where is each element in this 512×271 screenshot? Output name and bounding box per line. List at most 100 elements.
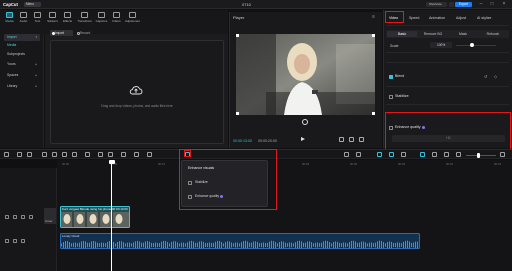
tool-transitions[interactable]: Transitions [77, 12, 92, 23]
rotate-icon[interactable] [302, 119, 308, 125]
zoom-out-icon[interactable] [456, 152, 461, 157]
radio-icon [76, 31, 80, 35]
zoom-slider[interactable] [466, 155, 496, 156]
eye-icon[interactable] [13, 239, 17, 243]
crop-icon[interactable] [121, 152, 126, 157]
ruler-tick: 00:35 [398, 162, 405, 166]
eye-icon[interactable] [13, 215, 17, 219]
tab-ai-stylize[interactable]: AI stylize [477, 16, 491, 20]
undo-icon[interactable] [17, 152, 22, 157]
ratio-icon[interactable] [349, 137, 354, 142]
crop-handle[interactable] [236, 112, 239, 115]
scale-slider-handle[interactable] [470, 43, 474, 47]
tool-media[interactable]: Media [2, 12, 17, 23]
stabilize-checkbox[interactable] [389, 95, 393, 99]
zoom-fit-icon[interactable] [500, 152, 505, 157]
split-right-icon[interactable] [62, 152, 67, 157]
tool-captions[interactable]: Captions [94, 12, 109, 23]
sidebar-item-yours[interactable]: Yours ▸ [4, 61, 40, 68]
captions-track-icon[interactable] [420, 152, 425, 157]
video-preview[interactable] [236, 34, 375, 115]
crop-handle[interactable] [236, 34, 239, 37]
auto-reframe-icon[interactable] [147, 152, 152, 157]
sidebar-item-subprojects[interactable]: Subprojects [4, 51, 40, 58]
lock-icon[interactable] [5, 215, 9, 219]
subtab-basic[interactable]: Basic [387, 31, 417, 37]
fullscreen-icon[interactable] [359, 137, 364, 142]
close-icon[interactable]: × [499, 1, 509, 8]
scale-label: Scale [390, 44, 399, 48]
shortcuts-button[interactable]: Shortcuts [426, 1, 447, 7]
ruler-tick: 00:00 [62, 162, 69, 166]
asset-toolbar: Media Audio Text Stickers Effects Transi… [0, 10, 228, 34]
sidebar-item-library[interactable]: Library ▸ [4, 83, 40, 90]
menu-button[interactable]: Menu [24, 2, 41, 7]
playhead-handle[interactable] [108, 160, 115, 164]
ai-icon[interactable] [356, 152, 361, 157]
select-tool-icon[interactable] [4, 152, 9, 157]
reverse-icon[interactable] [98, 152, 103, 157]
more-icon[interactable]: ≡ [372, 14, 375, 20]
tool-audio[interactable]: Audio [16, 12, 31, 23]
subtab-mask[interactable]: Mask [448, 31, 478, 37]
delete-icon[interactable] [72, 152, 77, 157]
tool-stickers[interactable]: Stickers [45, 12, 60, 23]
subtab-remove-bg[interactable]: Remove BG [418, 31, 448, 37]
speaker-icon[interactable] [21, 215, 25, 219]
reset-icon[interactable]: ↺ [484, 74, 487, 79]
sidebar-item-media[interactable]: Media [4, 42, 40, 49]
chevron-right-icon: ▸ [35, 73, 37, 77]
maximize-icon[interactable]: □ [487, 1, 497, 8]
blend-checkbox[interactable] [389, 75, 393, 79]
crop-handle[interactable] [372, 112, 375, 115]
tool-effects[interactable]: Effects [60, 12, 75, 23]
more-icon[interactable] [29, 215, 33, 219]
freeze-icon[interactable] [85, 152, 90, 157]
magnet-icon[interactable] [377, 152, 382, 157]
audio-clip[interactable] [60, 233, 420, 249]
scale-slider[interactable] [456, 44, 496, 46]
subtab-retouch[interactable]: Retouch [478, 31, 508, 37]
tool-adjustment[interactable]: Adjustment [125, 12, 140, 23]
transform-icon[interactable] [134, 152, 139, 157]
keyframe-icon[interactable]: ◇ [494, 74, 497, 79]
scale-input[interactable]: 100% [430, 42, 452, 48]
tab-speed[interactable]: Speed [409, 16, 419, 20]
tool-filters[interactable]: Filters [109, 12, 124, 23]
redo-icon[interactable] [27, 152, 32, 157]
snap-icon[interactable] [444, 152, 449, 157]
time-ruler[interactable] [57, 160, 512, 168]
record-button[interactable]: Record [75, 30, 97, 36]
export-button[interactable]: Export [455, 1, 472, 7]
tool-text[interactable]: Text [30, 12, 45, 23]
layout-button[interactable] [449, 1, 454, 7]
text-icon [34, 12, 41, 18]
current-time: 00:00:13:00 [233, 139, 252, 143]
lock-icon[interactable] [5, 239, 9, 243]
preview-axis-icon[interactable] [401, 152, 406, 157]
minimize-icon[interactable]: – [476, 1, 486, 8]
play-icon[interactable] [301, 137, 305, 141]
split-icon[interactable] [42, 152, 47, 157]
split-left-icon[interactable] [52, 152, 57, 157]
mirror-icon[interactable] [108, 152, 113, 157]
tab-adjust[interactable]: Adjust [456, 16, 466, 20]
link-icon[interactable] [389, 152, 394, 157]
effects-icon [64, 12, 71, 18]
ruler-tick: 00:45 [494, 162, 501, 166]
tab-animation[interactable]: Animation [429, 16, 445, 20]
sidebar-item-import[interactable]: Import ▾ [4, 34, 40, 41]
app-logo: CapCut [3, 2, 18, 7]
speaker-icon[interactable] [21, 239, 25, 243]
ruler-tick: 00:10 [158, 162, 165, 166]
audio-track-icon[interactable] [432, 152, 437, 157]
mic-icon[interactable] [344, 152, 349, 157]
divider [386, 62, 509, 63]
cloud-upload-icon[interactable] [129, 84, 143, 96]
playhead[interactable] [111, 160, 112, 271]
crop-handle[interactable] [372, 34, 375, 37]
zoom-slider-handle[interactable] [477, 153, 480, 158]
import-button[interactable]: Import [50, 30, 73, 36]
fit-icon[interactable] [339, 137, 344, 142]
sidebar-item-spaces[interactable]: Spaces ▸ [4, 72, 40, 79]
